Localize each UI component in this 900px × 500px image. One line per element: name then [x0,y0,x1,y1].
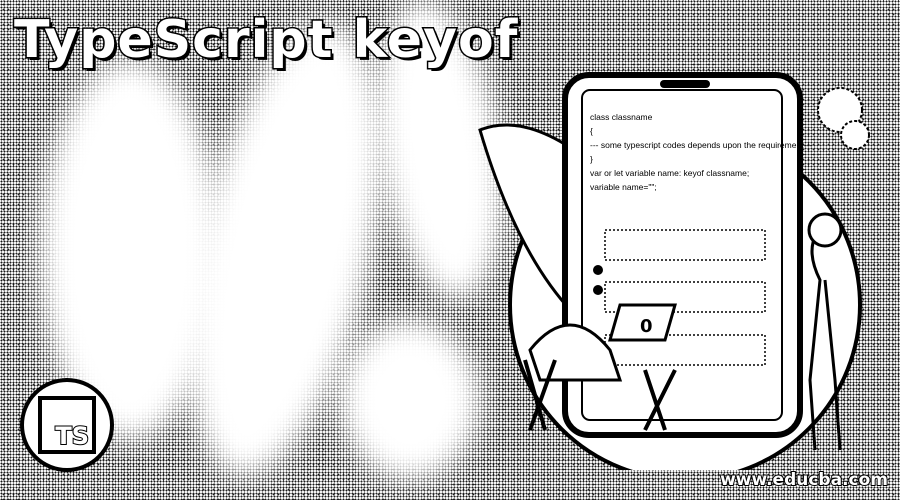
code-line: } [590,154,593,164]
banner-title: TypeScript keyof [12,9,519,72]
laptop-symbol: 0 [640,316,653,337]
typescript-logo-icon: TS [20,378,114,472]
code-line: { [590,126,593,136]
ts-logo-text: TS [54,421,90,451]
ts-logo-box: TS [38,396,96,454]
background-light-streak [340,320,480,480]
code-line: variable name=""; [590,182,657,192]
code-line: class classname [590,112,653,122]
code-snippet: class classname { --- some typescript co… [590,110,813,194]
code-line: --- some typescript codes depends upon t… [590,140,813,150]
website-url: www.educba.com [719,469,889,491]
code-line: var or let variable name: keyof classnam… [590,168,750,178]
